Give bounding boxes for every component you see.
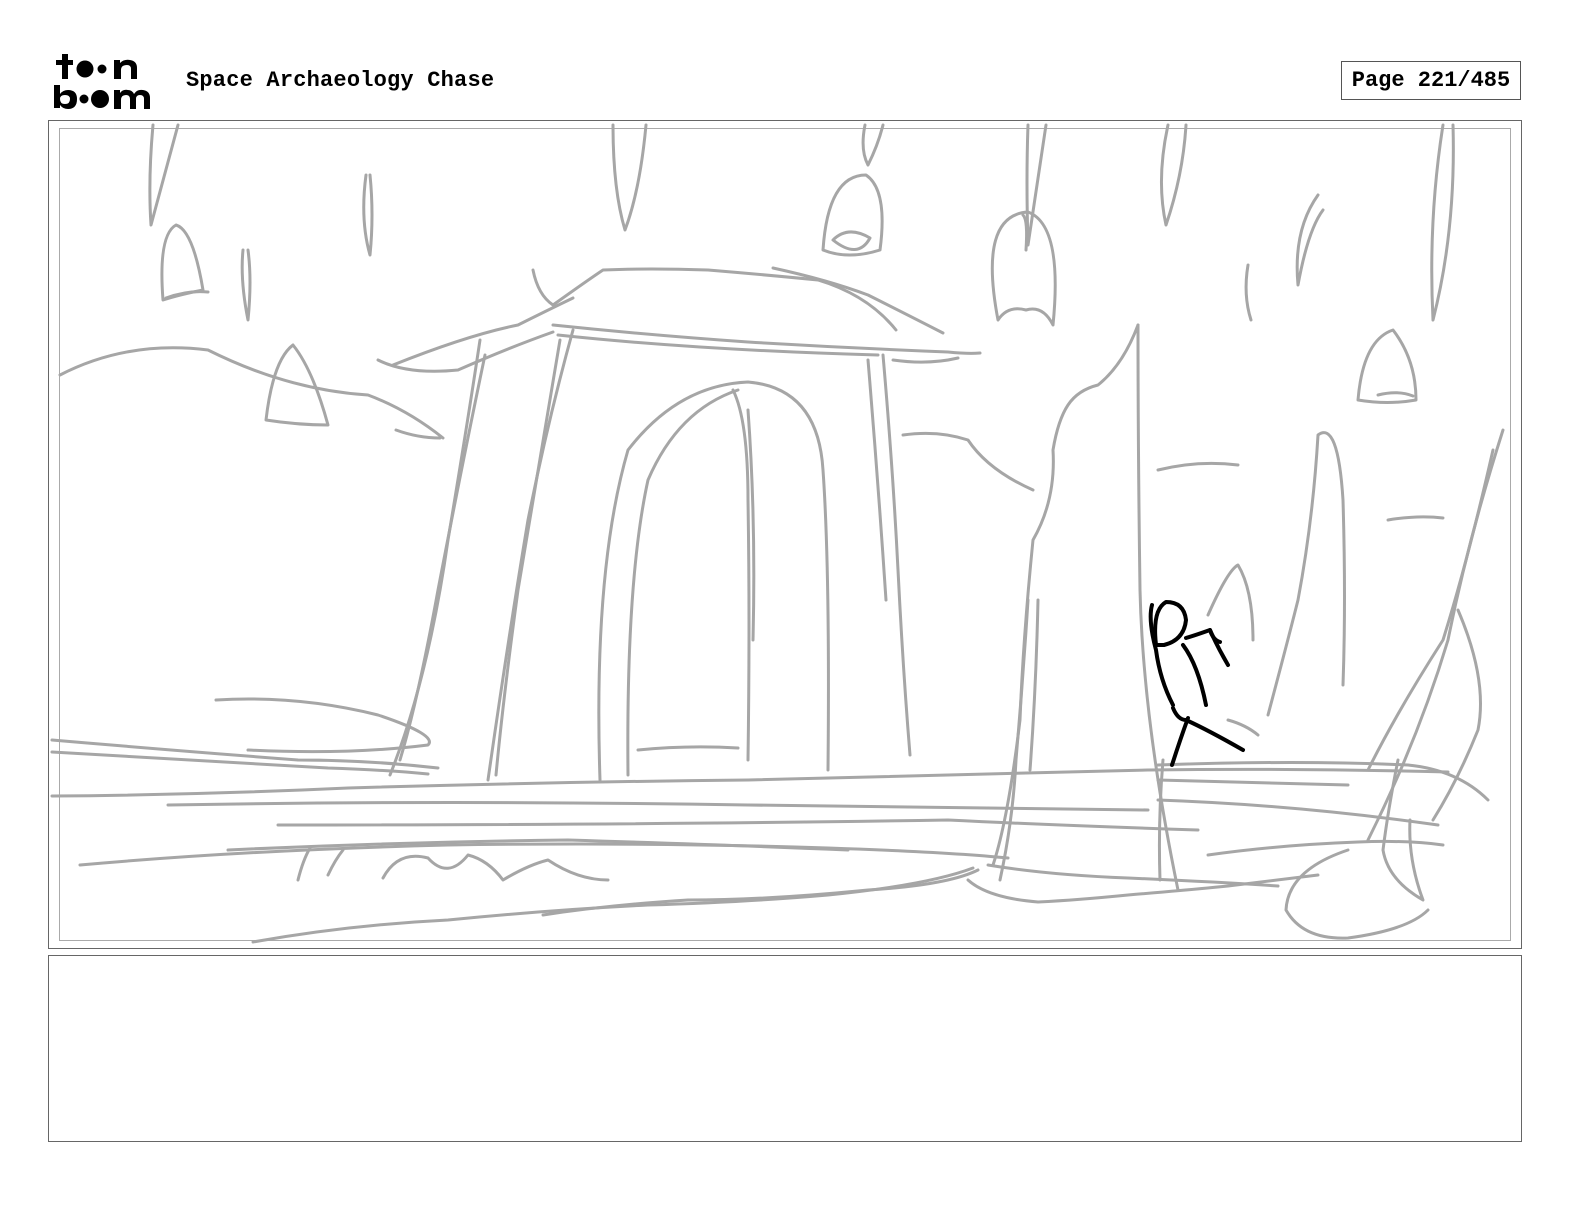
toon-boom-logo — [54, 54, 150, 109]
panel-sketch — [50, 123, 1505, 944]
page-number: Page 221/485 — [1341, 61, 1521, 100]
project-title: Space Archaeology Chase — [186, 68, 495, 93]
panel-notes-box — [48, 955, 1522, 1142]
